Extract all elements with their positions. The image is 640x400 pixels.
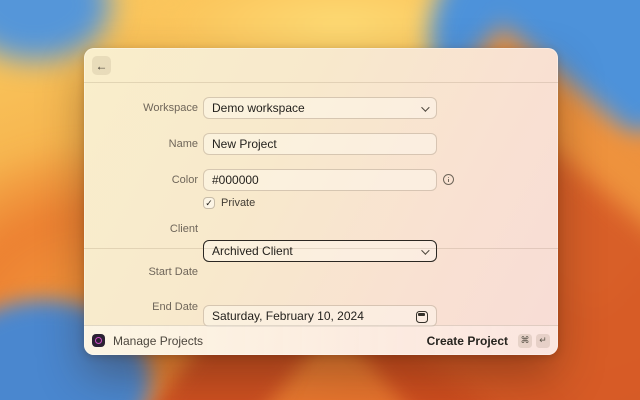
end-date-label: End Date bbox=[84, 296, 198, 318]
start-date-label: Start Date bbox=[84, 261, 198, 283]
extension-name: Manage Projects bbox=[113, 334, 203, 348]
chevron-down-icon bbox=[421, 103, 429, 111]
private-checkbox-row: ✓ Private bbox=[203, 197, 255, 209]
color-input[interactable] bbox=[203, 169, 437, 191]
client-select[interactable]: Archived Client bbox=[203, 240, 437, 262]
ring-logo-icon bbox=[95, 337, 102, 344]
name-label: Name bbox=[84, 133, 198, 155]
dialog-header: ← bbox=[84, 48, 558, 83]
workspace-select[interactable]: Demo workspace bbox=[203, 97, 437, 119]
return-key-icon: ↵ bbox=[536, 334, 550, 348]
create-project-button[interactable]: Create Project bbox=[427, 334, 508, 348]
back-button[interactable]: ← bbox=[92, 56, 111, 75]
back-arrow-icon: ← bbox=[96, 59, 108, 73]
start-date-picker[interactable]: Saturday, February 10, 2024 bbox=[203, 305, 437, 327]
checkmark-icon: ✓ bbox=[205, 199, 213, 208]
workspace-value: Demo workspace bbox=[212, 101, 305, 115]
workspace-label: Workspace bbox=[84, 97, 198, 119]
name-input[interactable] bbox=[203, 133, 437, 155]
client-label: Client bbox=[84, 218, 198, 240]
info-icon[interactable] bbox=[443, 174, 454, 185]
calendar-icon bbox=[416, 311, 428, 323]
command-key-icon: ⌘ bbox=[518, 334, 532, 348]
extension-app-icon bbox=[92, 334, 105, 347]
color-label: Color bbox=[84, 169, 198, 191]
section-divider bbox=[84, 248, 558, 249]
create-project-dialog: ← Workspace Demo workspace Name Color ✓ … bbox=[84, 48, 558, 355]
footer-actions: Create Project ⌘ ↵ bbox=[427, 334, 550, 348]
private-checkbox[interactable]: ✓ bbox=[203, 197, 215, 209]
start-date-value: Saturday, February 10, 2024 bbox=[212, 309, 364, 323]
dialog-footer: Manage Projects Create Project ⌘ ↵ bbox=[84, 325, 558, 355]
client-value: Archived Client bbox=[212, 244, 293, 258]
private-label: Private bbox=[221, 197, 255, 209]
